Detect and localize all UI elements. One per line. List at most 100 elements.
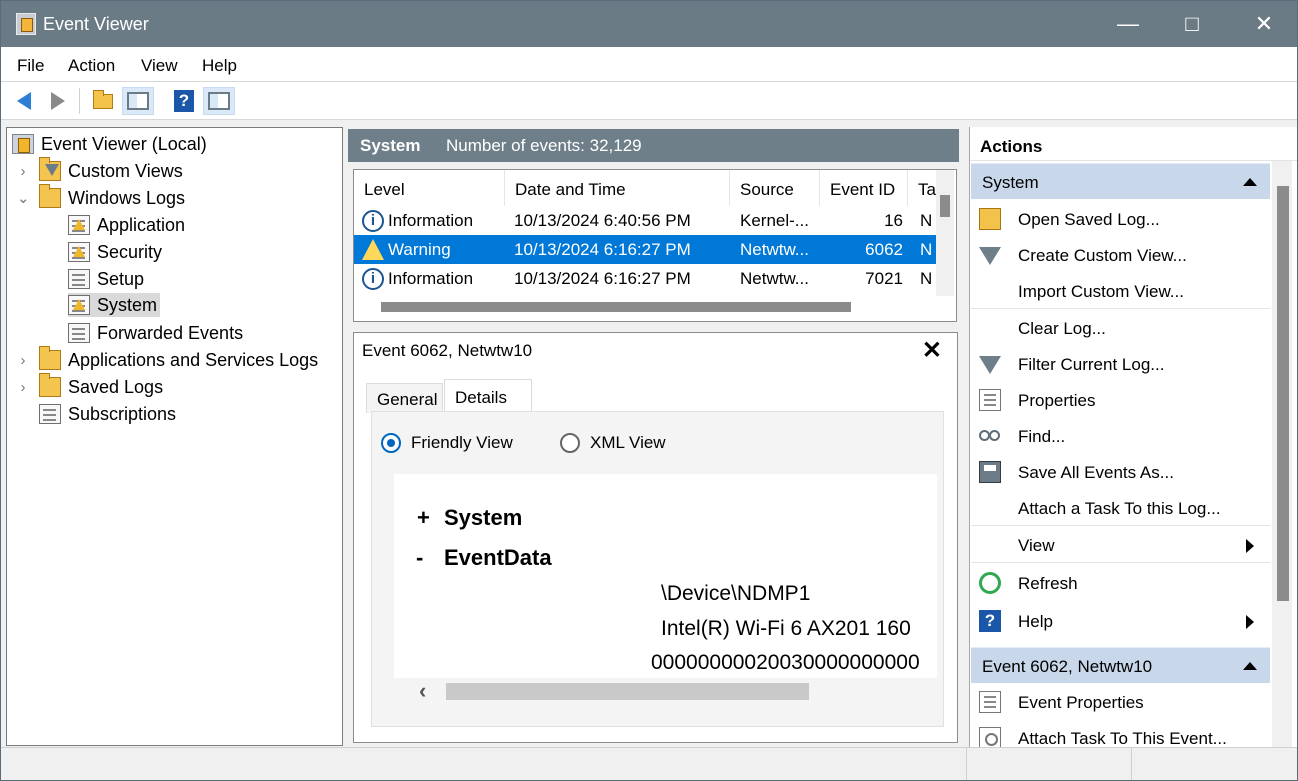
tree-node-subscriptions[interactable]: Subscriptions (39, 402, 176, 426)
tree-node-setup[interactable]: Setup (68, 267, 144, 291)
action-help[interactable]: ? Help (971, 603, 1270, 639)
column-task[interactable]: Ta (908, 170, 938, 206)
action-properties[interactable]: Properties (971, 382, 1270, 418)
action-label: Import Custom View... (1018, 282, 1184, 301)
tree-node-custom-views[interactable]: Custom Views (39, 157, 183, 183)
toolbar: ? (1, 82, 1297, 120)
system-node[interactable]: System (444, 505, 522, 531)
actions-section-event[interactable]: Event 6062, Netwtw10 (971, 647, 1270, 683)
show-hide-action-pane-icon[interactable] (203, 87, 235, 115)
information-icon: i (362, 210, 384, 232)
tab-details[interactable]: Details (444, 379, 532, 413)
menu-file[interactable]: File (17, 56, 44, 76)
events-vertical-scrollbar[interactable] (936, 170, 954, 296)
minimize-button[interactable]: — (1093, 1, 1163, 47)
status-bar (1, 747, 1297, 780)
eventdata-node[interactable]: EventData (444, 545, 552, 571)
maximize-button[interactable]: □ (1157, 1, 1227, 47)
events-horizontal-scrollbar[interactable] (354, 297, 937, 316)
save-icon (979, 461, 1001, 483)
event-task: N (920, 269, 933, 288)
scroll-thumb[interactable] (1277, 186, 1289, 601)
friendly-view-radio[interactable]: Friendly View (381, 432, 513, 454)
tree-node-security[interactable]: Security (68, 240, 162, 264)
find-icon (979, 430, 990, 441)
actions-vertical-scrollbar[interactable] (1272, 161, 1292, 747)
tree-label: System (97, 294, 158, 315)
show-hide-tree-icon[interactable] (122, 87, 154, 115)
filter-icon (979, 247, 1001, 265)
tree-label: Application (97, 214, 186, 235)
event-count: Number of events: 32,129 (446, 136, 642, 155)
event-source: Netwtw... (740, 269, 809, 288)
friendly-view-label: Friendly View (411, 433, 513, 452)
action-save-all-events[interactable]: Save All Events As... (971, 454, 1270, 490)
xml-view-radio[interactable]: XML View (560, 432, 666, 454)
action-filter-current-log[interactable]: Filter Current Log... (971, 346, 1270, 382)
tree-node-windows-logs[interactable]: Windows Logs (39, 184, 185, 210)
collapse-section-icon[interactable] (1243, 662, 1257, 670)
tree-label: Event Viewer (Local) (41, 133, 207, 154)
chevron-right-icon[interactable]: › (17, 379, 29, 397)
action-create-custom-view[interactable]: Create Custom View... (971, 237, 1270, 273)
table-row-selected[interactable]: Warning 10/13/2024 6:16:27 PM Netwtw... … (354, 235, 938, 264)
column-level[interactable]: Level (354, 170, 505, 206)
radio-checked-icon (381, 433, 401, 453)
subscription-icon (39, 404, 61, 424)
menu-help[interactable]: Help (202, 56, 237, 76)
event-level: Information (388, 269, 474, 288)
action-attach-task-to-log[interactable]: Attach a Task To this Log... (971, 490, 1270, 526)
scroll-thumb[interactable] (446, 683, 809, 700)
table-row[interactable]: i Information 10/13/2024 6:16:27 PM Netw… (354, 264, 938, 293)
action-open-saved-log[interactable]: Open Saved Log... (971, 201, 1270, 237)
action-view[interactable]: View (971, 527, 1270, 563)
menu-action[interactable]: Action (68, 56, 115, 76)
toolbar-separator (79, 88, 80, 114)
refresh-icon (979, 572, 1001, 594)
scroll-thumb[interactable] (940, 195, 950, 217)
scroll-left-icon[interactable]: ‹ (419, 678, 426, 704)
column-date-time[interactable]: Date and Time (505, 170, 730, 206)
event-source: Netwtw... (740, 240, 809, 259)
section-label: Event 6062, Netwtw10 (982, 657, 1153, 676)
tree-node-application[interactable]: Application (68, 213, 185, 237)
tree-node-saved-logs[interactable]: Saved Logs (39, 373, 163, 399)
collapse-eventdata-icon[interactable]: - (416, 545, 423, 571)
table-row[interactable]: i Information 10/13/2024 6:40:56 PM Kern… (354, 206, 938, 235)
tree-node-forwarded-events[interactable]: Forwarded Events (68, 321, 243, 345)
action-refresh[interactable]: Refresh (971, 565, 1270, 601)
action-find[interactable]: Find... (971, 418, 1270, 454)
navigation-tree: Event Viewer (Local) › Custom Views ⌄ Wi… (6, 127, 343, 746)
tab-general[interactable]: General (366, 383, 443, 413)
action-event-properties[interactable]: Event Properties (971, 684, 1270, 720)
chevron-right-icon[interactable]: › (17, 163, 29, 181)
action-label: Properties (1018, 391, 1096, 410)
close-button[interactable]: ✕ (1229, 1, 1297, 47)
action-label: Create Custom View... (1018, 246, 1187, 265)
chevron-down-icon[interactable]: ⌄ (17, 190, 30, 208)
close-detail-icon[interactable]: ✕ (922, 336, 942, 365)
up-folder-icon[interactable] (87, 87, 119, 115)
collapse-section-icon[interactable] (1243, 178, 1257, 186)
action-import-custom-view[interactable]: Import Custom View... (971, 273, 1270, 309)
tree-label: Forwarded Events (97, 322, 244, 343)
menu-view[interactable]: View (141, 56, 178, 76)
chevron-right-icon[interactable]: › (17, 352, 29, 370)
forward-icon[interactable] (42, 87, 74, 115)
tree-label: Subscriptions (68, 403, 177, 424)
actions-section-system[interactable]: System (971, 163, 1270, 199)
column-source[interactable]: Source (730, 170, 820, 206)
tree-node-event-viewer-local[interactable]: Event Viewer (Local) (12, 132, 207, 156)
log-name: System (360, 136, 421, 155)
scroll-thumb[interactable] (381, 302, 851, 312)
back-icon[interactable] (8, 87, 40, 115)
log-icon (68, 323, 90, 343)
expand-system-icon[interactable]: + (417, 505, 430, 531)
column-event-id[interactable]: Event ID (820, 170, 908, 206)
tree-node-system[interactable]: System (68, 293, 160, 317)
tree-node-applications-services-logs[interactable]: Applications and Services Logs (39, 346, 318, 372)
help-icon[interactable]: ? (168, 87, 200, 115)
section-label: System (982, 173, 1039, 192)
action-clear-log[interactable]: Clear Log... (971, 310, 1270, 346)
details-horizontal-scrollbar[interactable]: ‹ (394, 678, 937, 704)
